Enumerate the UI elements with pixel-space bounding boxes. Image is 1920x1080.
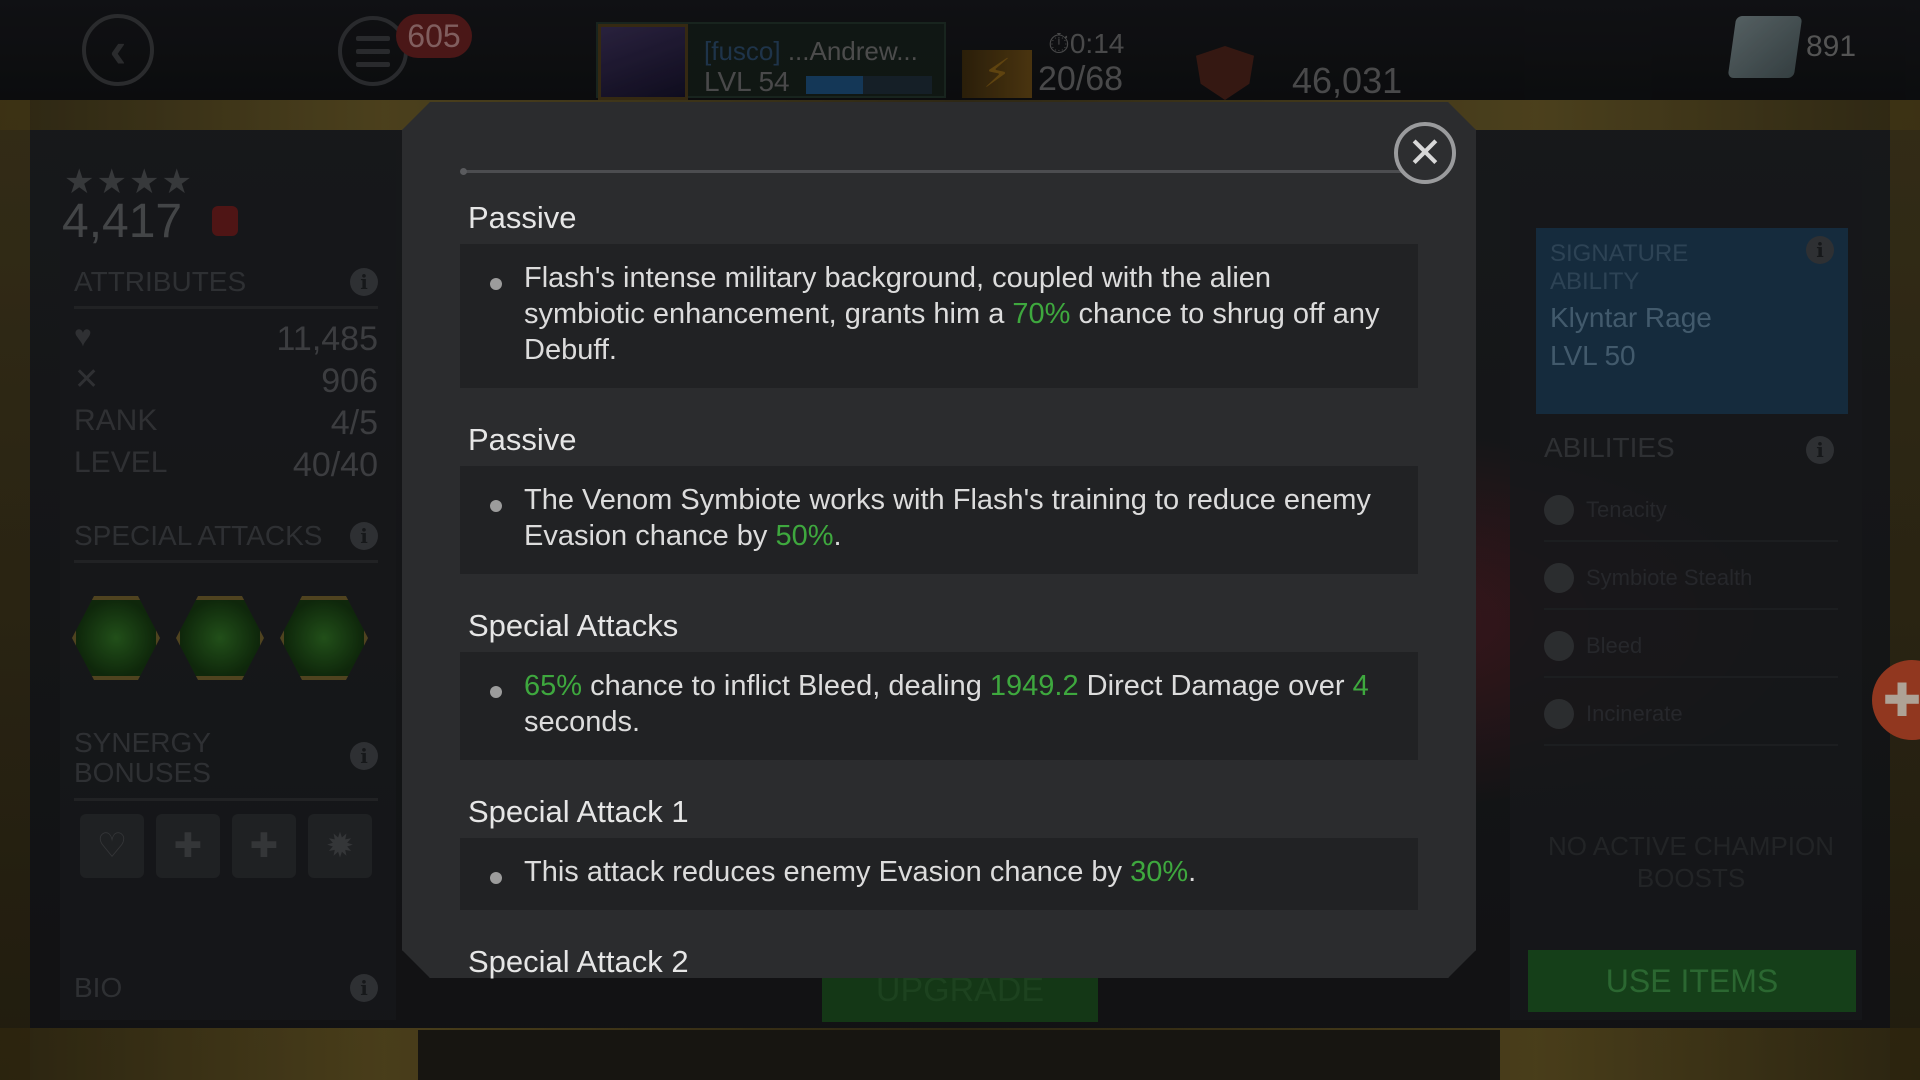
- bullet-icon: [490, 500, 502, 512]
- highlight-value: 4: [1352, 670, 1369, 702]
- description-fragment: Direct Damage over: [1078, 670, 1353, 702]
- section-title: Passive: [468, 200, 577, 235]
- close-icon: ✕: [1407, 129, 1443, 176]
- description-text: 65% chance to inflict Bleed, dealing 194…: [524, 668, 1388, 740]
- highlight-value: 70%: [1012, 298, 1071, 330]
- description-box: This attack reduces enemy Evasion chance…: [460, 838, 1418, 910]
- description-fragment: This attack reduces enemy Evasion chance…: [524, 856, 1131, 888]
- description-text: Flash's intense military background, cou…: [524, 260, 1388, 368]
- bullet-icon: [490, 872, 502, 884]
- highlight-value: 1949.2: [989, 670, 1079, 702]
- description-fragment: .: [833, 520, 842, 552]
- section-title: Special Attack 2: [468, 944, 689, 979]
- description-fragment: chance to inflict Bleed, dealing: [582, 670, 990, 702]
- description-fragment: .: [1188, 856, 1197, 888]
- description-text: The Venom Symbiote works with Flash's tr…: [524, 482, 1388, 554]
- highlight-value: 65%: [524, 670, 583, 702]
- modal-divider: [462, 170, 1412, 173]
- description-fragment: seconds.: [524, 706, 641, 738]
- description-fragment: The Venom Symbiote works with Flash's tr…: [524, 484, 1371, 552]
- highlight-value: 50%: [775, 520, 834, 552]
- bullet-icon: [490, 686, 502, 698]
- ability-descriptions: Passive Flash's intense military backgrou…: [460, 196, 1418, 988]
- description-box: The Venom Symbiote works with Flash's tr…: [460, 466, 1418, 574]
- description-box: 65% chance to inflict Bleed, dealing 194…: [460, 652, 1418, 760]
- close-button[interactable]: ✕: [1394, 122, 1456, 184]
- bullet-icon: [490, 278, 502, 290]
- section-title: Passive: [468, 422, 577, 457]
- highlight-value: 30%: [1130, 856, 1189, 888]
- description-text: This attack reduces enemy Evasion chance…: [524, 854, 1388, 890]
- section-title: Special Attack 1: [468, 794, 689, 829]
- description-box: Flash's intense military background, cou…: [460, 244, 1418, 388]
- section-title: Special Attacks: [468, 608, 679, 643]
